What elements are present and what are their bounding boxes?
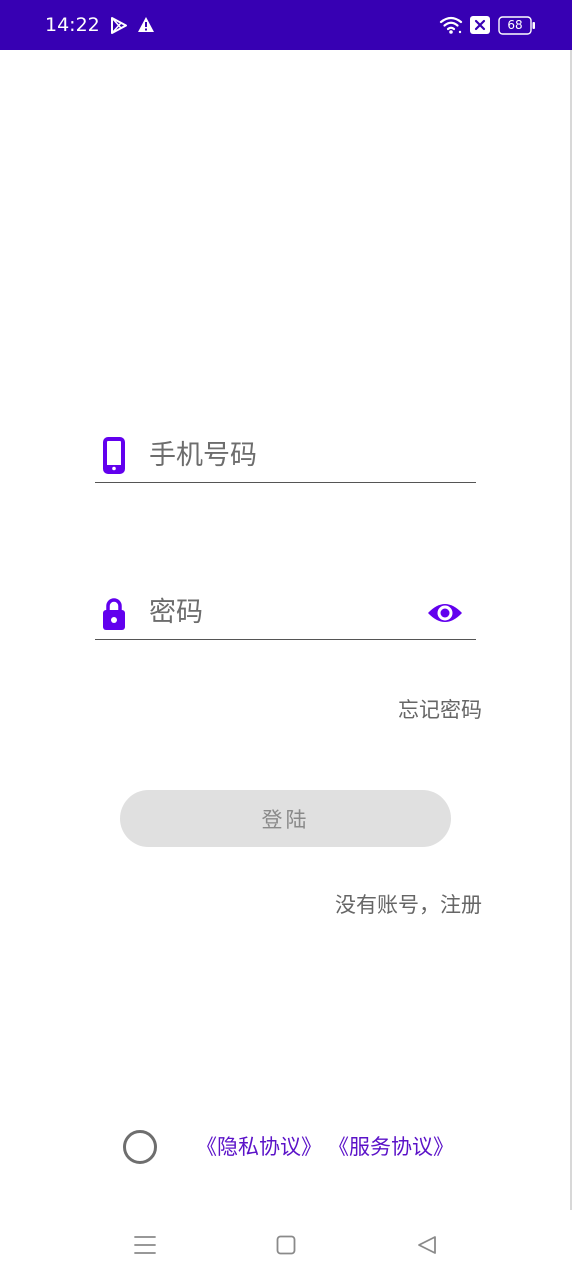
password-field	[95, 587, 476, 640]
back-icon[interactable]	[416, 1234, 438, 1256]
menu-icon[interactable]	[134, 1234, 156, 1256]
wifi-icon	[439, 16, 463, 34]
no-sim-icon	[470, 16, 490, 34]
agreement-radio[interactable]	[123, 1130, 157, 1164]
battery-level: 68	[507, 18, 523, 32]
phone-input[interactable]	[149, 434, 419, 476]
eye-icon[interactable]	[426, 597, 464, 629]
status-bar: 14:22 68	[0, 0, 572, 50]
password-input[interactable]	[149, 591, 419, 633]
warning-icon	[138, 17, 154, 32]
lock-icon	[103, 598, 125, 630]
privacy-agreement-link[interactable]: 《隐私协议》	[196, 1133, 322, 1161]
home-icon[interactable]	[276, 1235, 296, 1255]
status-time: 14:22	[45, 14, 100, 36]
play-store-icon	[111, 17, 127, 34]
forgot-password-link[interactable]: 忘记密码	[398, 696, 482, 724]
smartphone-icon	[103, 437, 125, 474]
phone-field	[95, 430, 476, 483]
service-agreement-link[interactable]: 《服务协议》	[328, 1133, 454, 1161]
register-link[interactable]: 没有账号，注册	[335, 891, 482, 919]
login-button[interactable]: 登陆	[120, 790, 451, 847]
